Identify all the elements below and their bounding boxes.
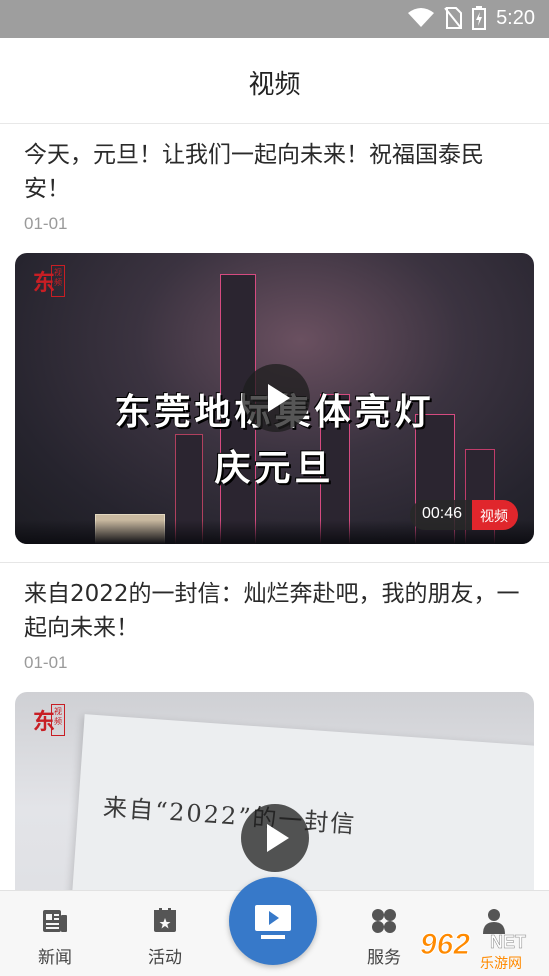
status-time: 5:20 bbox=[496, 6, 535, 29]
article-date: 01-01 bbox=[24, 653, 68, 672]
battery-charging-icon bbox=[472, 6, 487, 30]
channel-logo: 东视 频 bbox=[33, 704, 65, 740]
play-icon[interactable] bbox=[242, 364, 310, 432]
app-header: 视频 bbox=[0, 38, 549, 124]
svg-text:NET: NET bbox=[490, 932, 526, 952]
divider bbox=[0, 562, 549, 563]
svg-text:乐游网: 乐游网 bbox=[480, 956, 522, 970]
no-sim-icon bbox=[444, 7, 463, 29]
svg-text:962: 962 bbox=[420, 928, 470, 961]
nav-item-news[interactable]: 新闻 bbox=[0, 891, 110, 976]
article-date: 01-01 bbox=[24, 214, 68, 233]
calendar-icon bbox=[154, 908, 176, 932]
page-title: 视频 bbox=[248, 70, 301, 100]
nav-label-news: 新闻 bbox=[38, 948, 72, 968]
video-duration: 00:46 bbox=[409, 500, 472, 530]
video-feed[interactable]: 今天，元旦！让我们一起向未来！祝福国泰民安！ 01-01 东视 频 东莞地标集体… bbox=[0, 124, 549, 890]
status-bar: 5:20 bbox=[0, 0, 549, 38]
channel-logo: 东视 频 bbox=[33, 265, 65, 301]
video-play-icon bbox=[255, 905, 291, 939]
play-icon[interactable] bbox=[241, 804, 309, 872]
duration-badge: 00:46 视频 bbox=[409, 500, 518, 530]
wifi-icon bbox=[408, 8, 435, 27]
newspaper-icon bbox=[43, 910, 67, 932]
nav-item-activity[interactable]: 活动 bbox=[110, 891, 220, 976]
watermark-logo: 962 NET 乐游网 bbox=[420, 928, 527, 971]
grid-icon bbox=[372, 909, 396, 933]
video-overlay-subtitle: 庆元旦 bbox=[214, 448, 335, 489]
nav-label-activity: 活动 bbox=[148, 948, 182, 968]
nav-item-video[interactable] bbox=[229, 877, 317, 965]
video-thumbnail[interactable]: 东视 频 东莞地标集体亮灯 庆元旦 00:46 视频 bbox=[15, 253, 534, 544]
video-tag: 视频 bbox=[472, 500, 518, 530]
article-title[interactable]: 今天，元旦！让我们一起向未来！祝福国泰民安！ bbox=[24, 138, 524, 206]
feed-card[interactable]: 来自2022的一封信：灿烂奔赴吧，我的朋友，一起向未来！ 01-01 东视 频 … bbox=[0, 564, 549, 890]
video-thumbnail[interactable]: 东视 频 来自“2022”的一封信 bbox=[15, 692, 534, 890]
article-title[interactable]: 来自2022的一封信：灿烂奔赴吧，我的朋友，一起向未来！ bbox=[24, 577, 524, 645]
feed-card[interactable]: 今天，元旦！让我们一起向未来！祝福国泰民安！ 01-01 东视 频 东莞地标集体… bbox=[0, 124, 549, 564]
